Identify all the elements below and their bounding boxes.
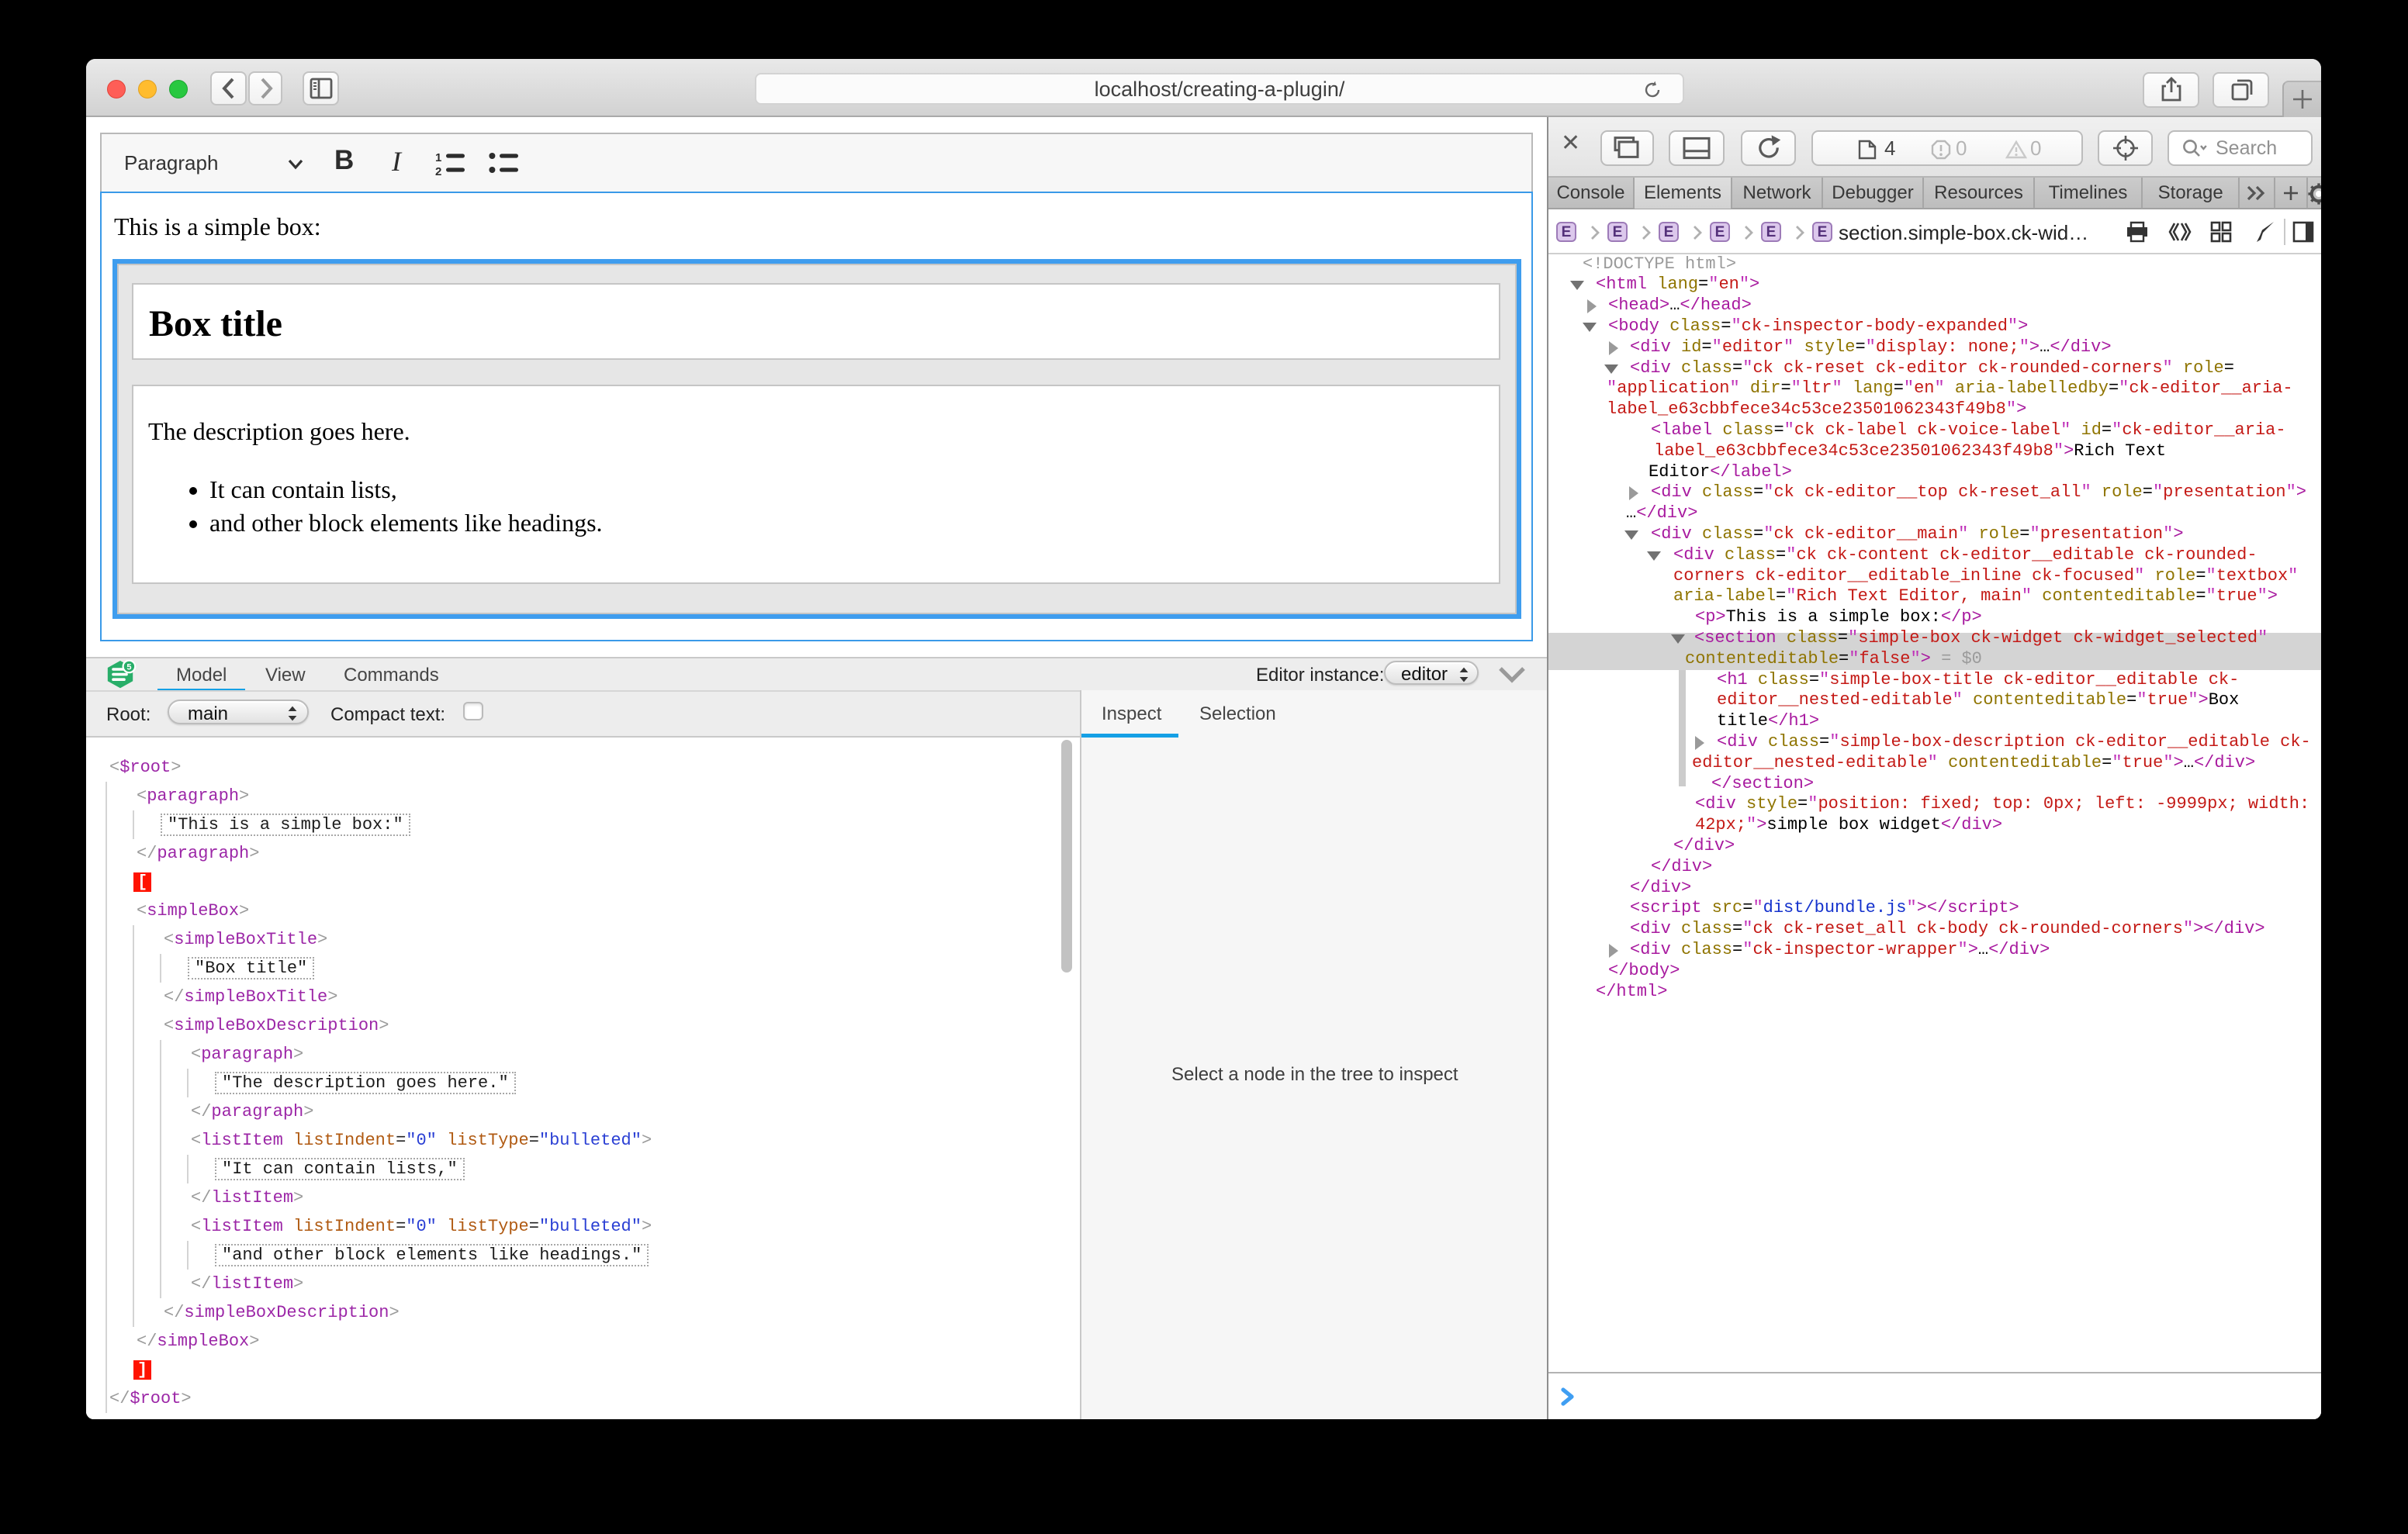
svg-text:5: 5 xyxy=(126,662,131,672)
svg-text:2: 2 xyxy=(435,165,441,177)
svg-text:1: 1 xyxy=(435,151,441,164)
